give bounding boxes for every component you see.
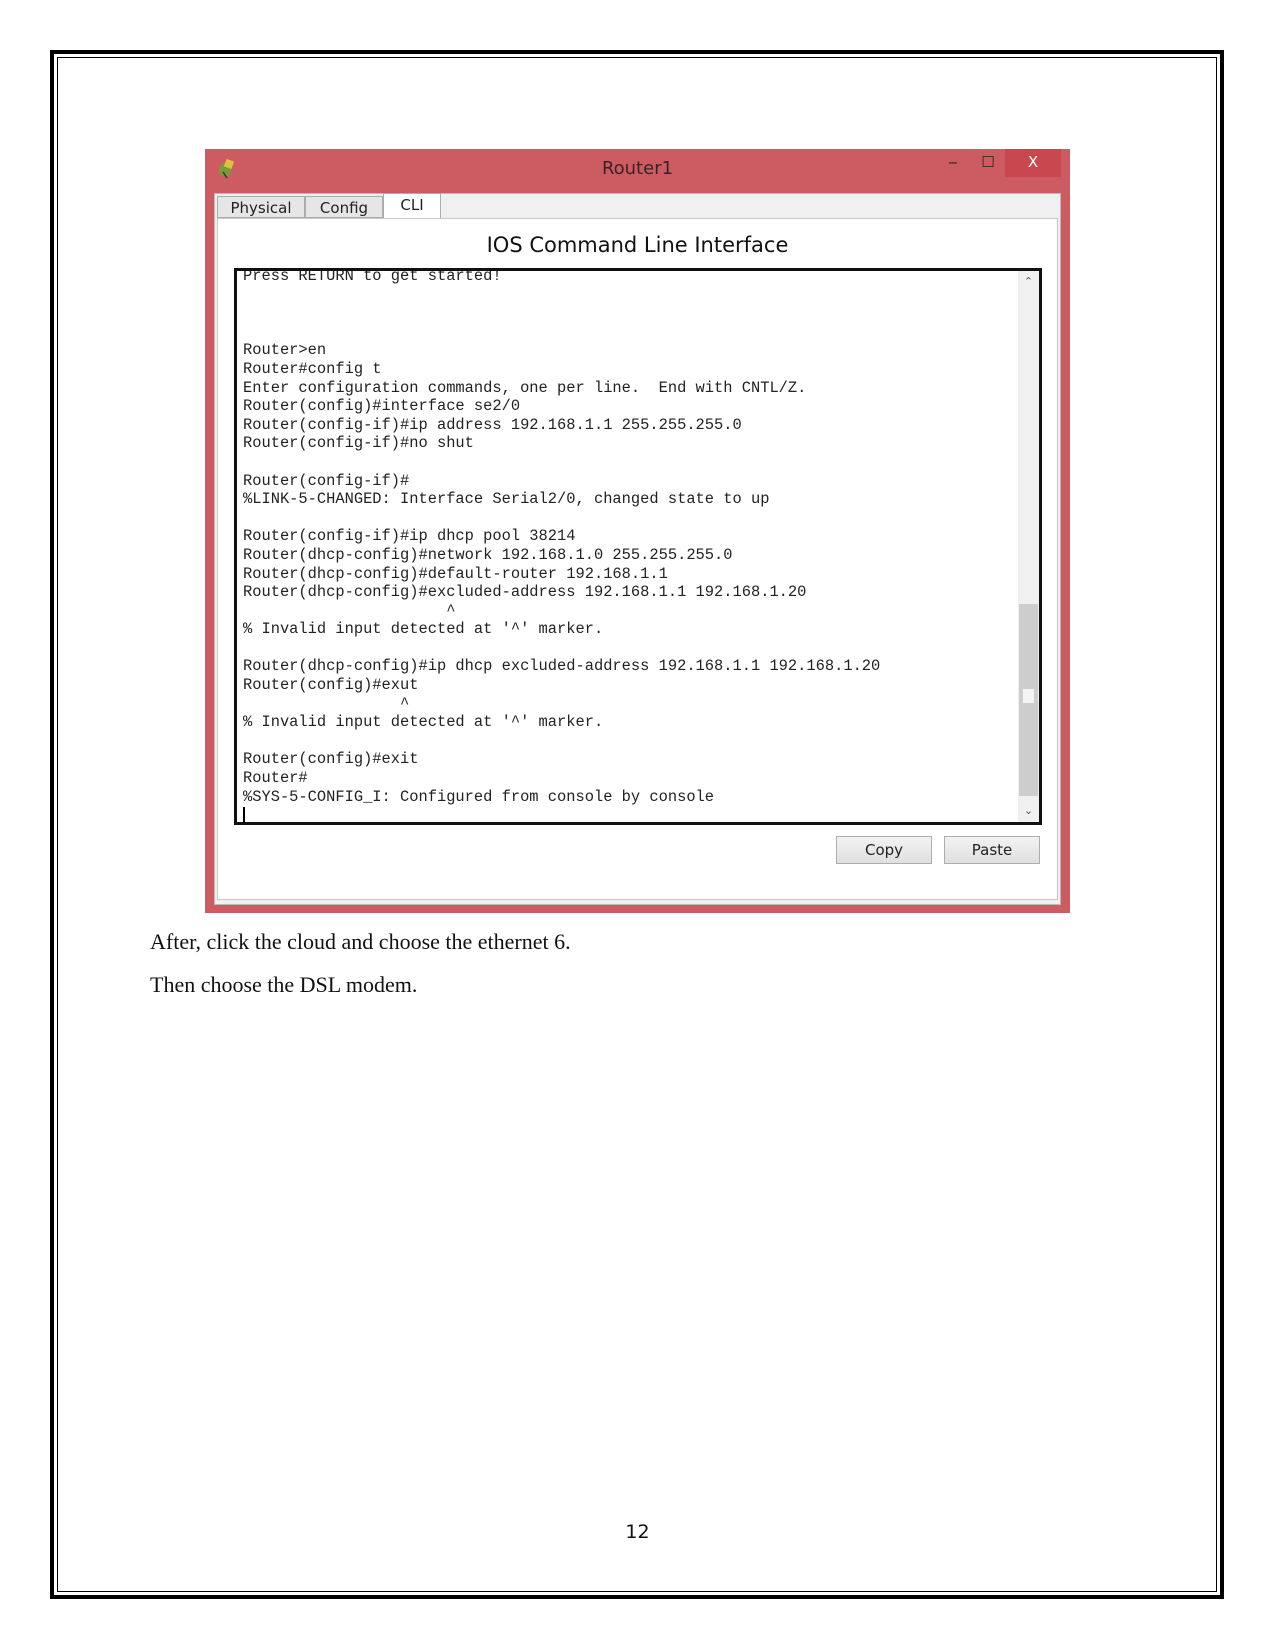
terminal-line: Router(config)#exut: [243, 676, 419, 695]
tab-config[interactable]: Config: [305, 196, 383, 218]
terminal-line: Router>en: [243, 341, 327, 360]
terminal-line: Router(dhcp-config)#network 192.168.1.0 …: [243, 545, 733, 564]
terminal-line: Enter configuration commands, one per li…: [243, 378, 807, 397]
title-bar: Router1 ‒ ☐ X: [205, 149, 1070, 189]
copy-button[interactable]: Copy: [836, 836, 932, 864]
terminal-line: Router(dhcp-config)#ip dhcp excluded-add…: [243, 657, 881, 676]
tab-physical[interactable]: Physical: [217, 196, 305, 218]
scroll-down-icon[interactable]: ⌄: [1018, 802, 1039, 820]
cli-panel: IOS Command Line Interface Press RETURN …: [217, 218, 1058, 900]
terminal-output: Press RETURN to get started! Router>en R…: [243, 268, 1039, 822]
terminal-scrollbar[interactable]: ⌃ ⌄: [1018, 271, 1039, 822]
tab-cli[interactable]: CLI: [383, 193, 441, 219]
terminal-line: Router(config)#interface se2/0: [243, 397, 521, 416]
terminal-line: Router(config-if)#ip address 192.168.1.1…: [243, 415, 742, 434]
scrollbar-grip: [1023, 689, 1034, 703]
terminal-line: Router(dhcp-config)#default-router 192.1…: [243, 564, 668, 583]
terminal-line: Router(dhcp-config)#excluded-address 192…: [243, 583, 807, 602]
terminal-line: % Invalid input detected at '^' marker.: [243, 713, 604, 732]
terminal-line: Router(config-if)#ip dhcp pool 38214: [243, 527, 576, 546]
terminal-line: %LINK-5-CHANGED: Interface Serial2/0, ch…: [243, 490, 770, 509]
close-button[interactable]: X: [1005, 149, 1061, 177]
terminal-line: Router(config)#exit: [243, 750, 419, 769]
terminal-line: Router#: [243, 769, 308, 788]
terminal-line: Router#config t: [243, 359, 382, 378]
cli-terminal[interactable]: Press RETURN to get started! Router>en R…: [234, 268, 1042, 825]
page-number: 12: [625, 1521, 650, 1543]
text-cursor: [243, 806, 245, 822]
instruction-paragraph-2: Then choose the DSL modem.: [150, 972, 418, 997]
instruction-paragraph-1: After, click the cloud and choose the et…: [150, 929, 571, 954]
terminal-line: ^: [446, 601, 456, 620]
terminal-line: Router(config-if)#: [243, 471, 410, 490]
terminal-line: Router(config-if)#no shut: [243, 434, 474, 453]
terminal-line: ^: [400, 694, 410, 713]
terminal-line: Press RETURN to get started!: [243, 268, 502, 285]
maximize-button[interactable]: ☐: [973, 149, 1003, 177]
terminal-line: %SYS-5-CONFIG_I: Configured from console…: [243, 787, 715, 806]
terminal-line: % Invalid input detected at '^' marker.: [243, 620, 604, 639]
cli-heading: IOS Command Line Interface: [486, 233, 789, 257]
scroll-up-icon[interactable]: ⌃: [1018, 273, 1039, 291]
window-body: Physical Config CLI IOS Command Line Int…: [214, 193, 1061, 905]
minimize-button[interactable]: ‒: [938, 149, 968, 177]
router-window-screenshot: Router1 ‒ ☐ X Physical Config CLI IOS Co…: [205, 149, 1070, 913]
scrollbar-thumb[interactable]: [1019, 604, 1038, 796]
paste-button[interactable]: Paste: [944, 836, 1040, 864]
